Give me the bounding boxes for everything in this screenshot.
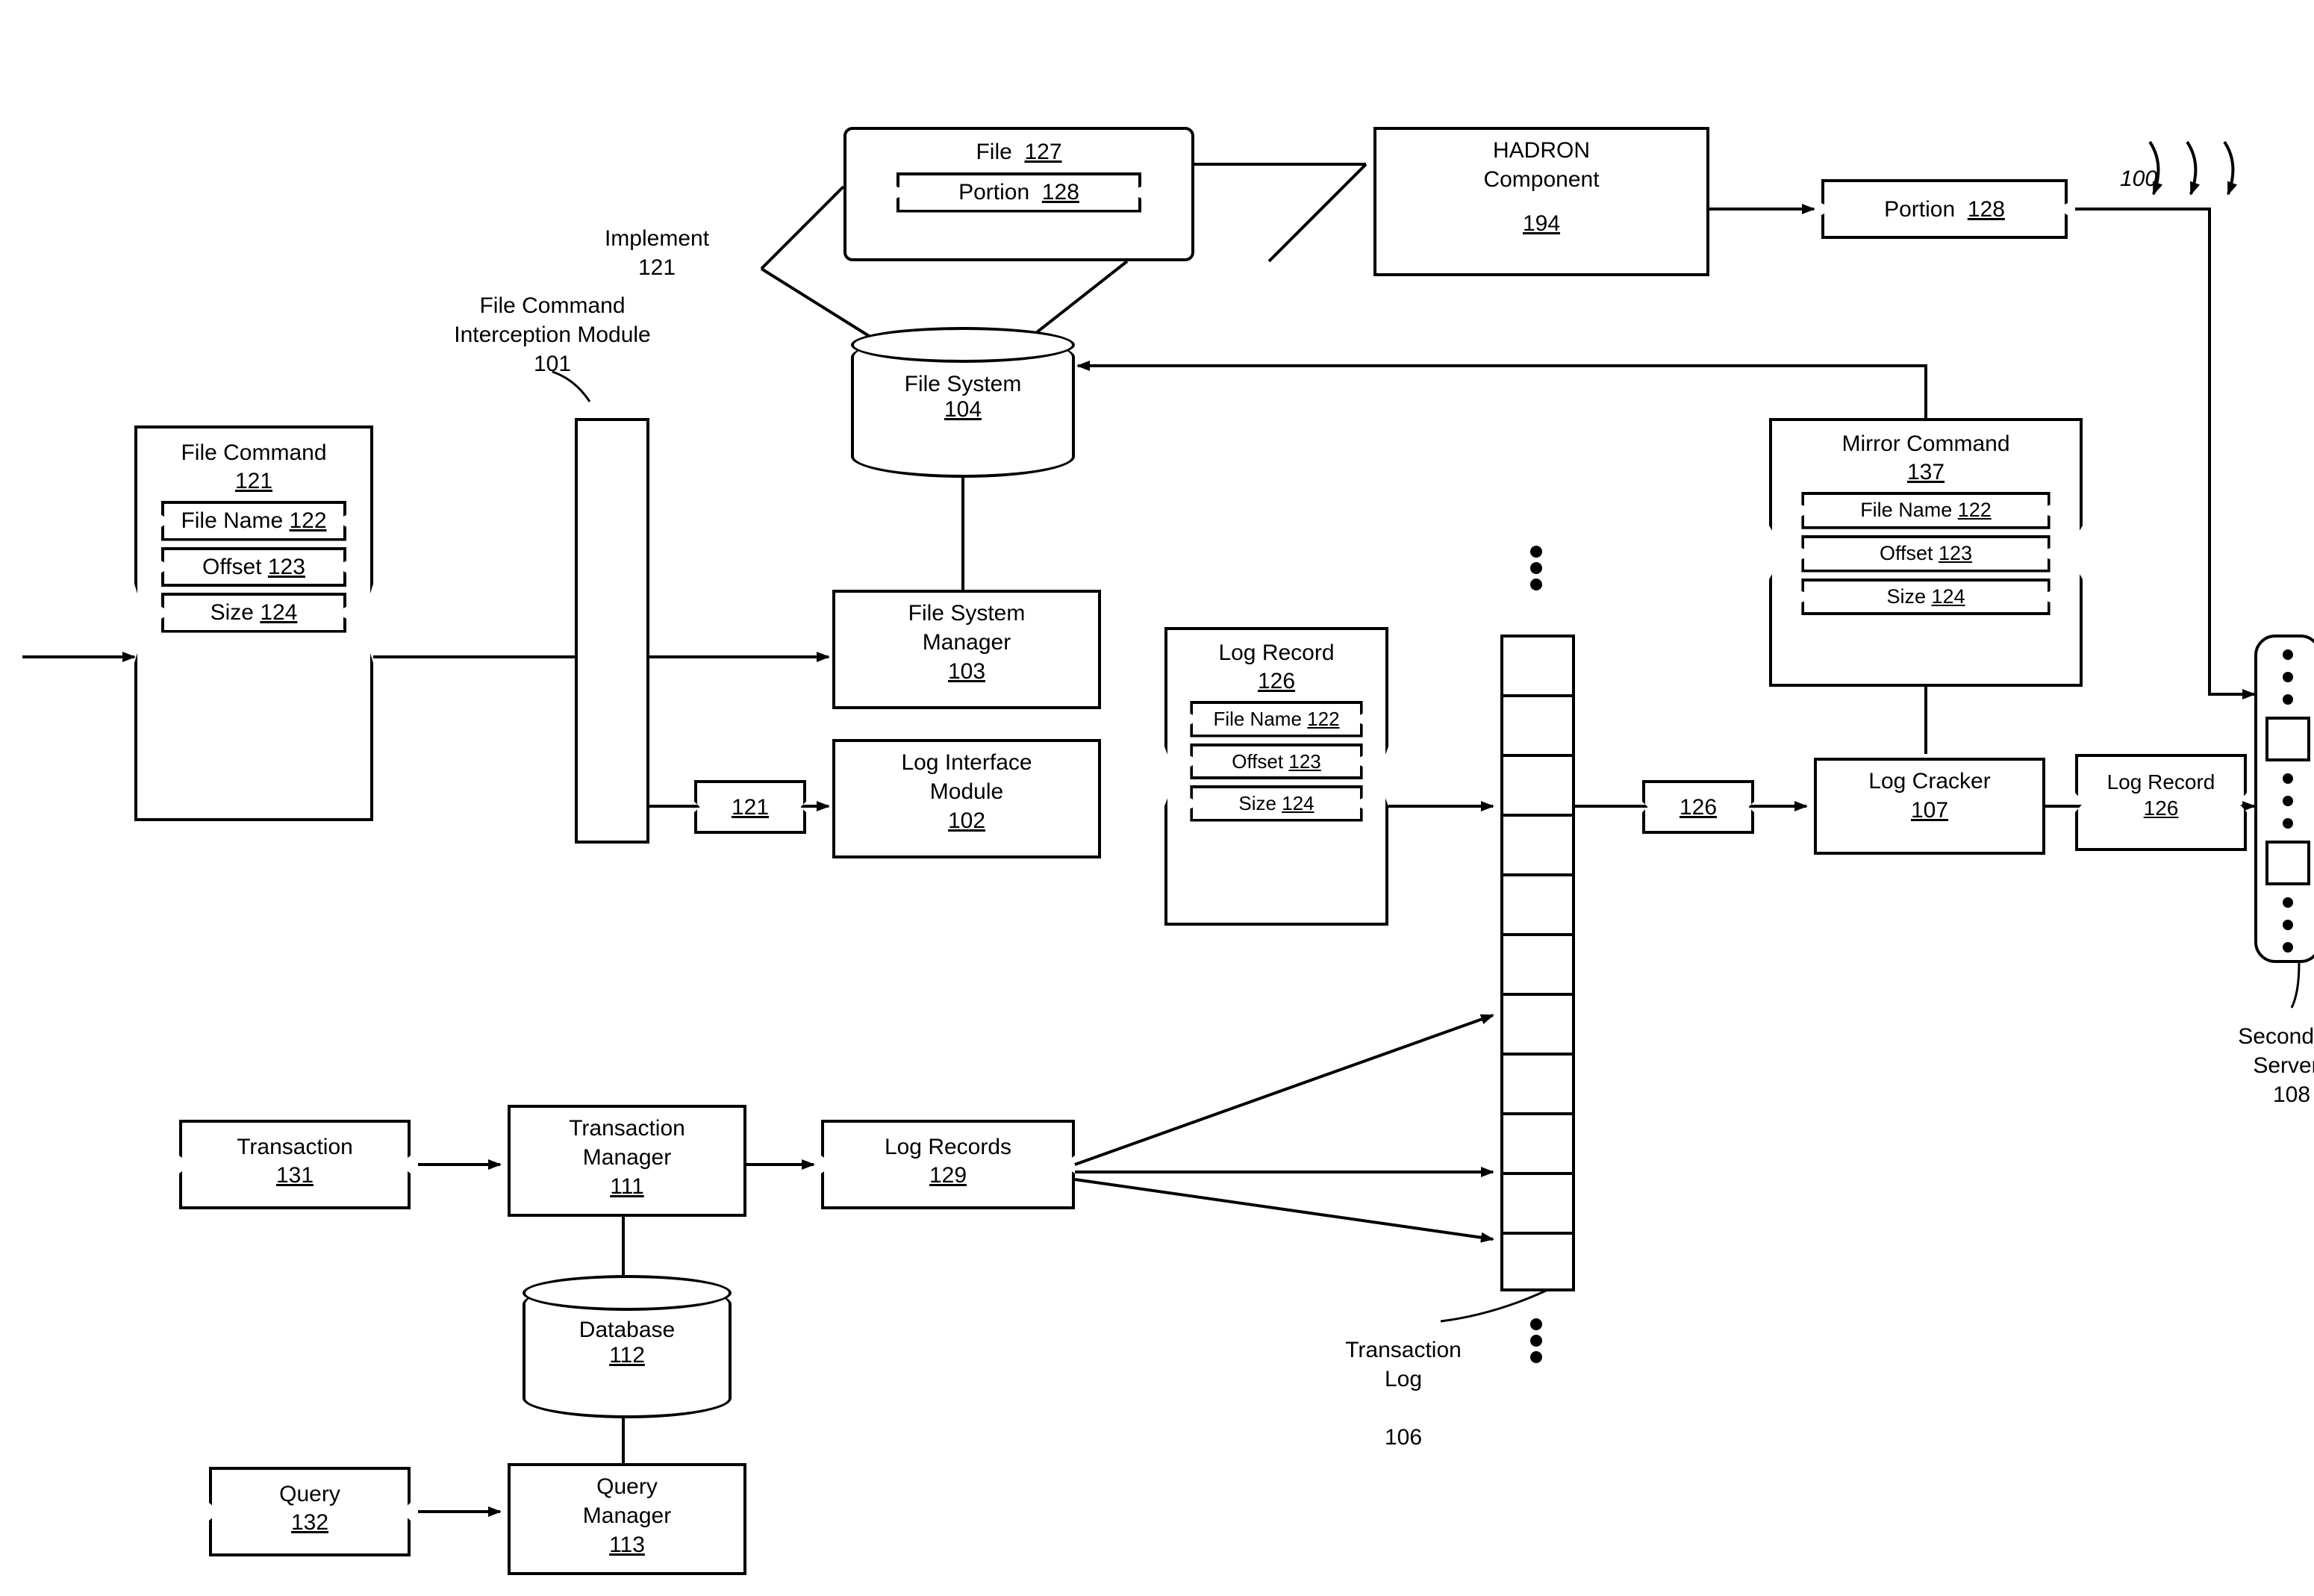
transaction-log-column bbox=[1500, 635, 1575, 1291]
portion-banner: Portion 128 bbox=[1821, 179, 2068, 239]
hadron-title: HADRON Component bbox=[1385, 136, 1697, 194]
file-command-banner: File Command 121 File Name 122 Offset 12… bbox=[134, 426, 373, 821]
file-command-field-size: Size 124 bbox=[161, 593, 346, 633]
query-mgr-title: Query Manager bbox=[520, 1472, 735, 1530]
file-box: File 127 Portion 128 bbox=[843, 127, 1194, 261]
file-command-title: File Command bbox=[145, 439, 363, 467]
mirror-field-name: File Name 122 bbox=[1801, 492, 2050, 529]
transaction-manager-box: Transaction Manager 111 bbox=[508, 1105, 746, 1217]
trans-mgr-num: 111 bbox=[520, 1172, 735, 1201]
mirror-command-num: 137 bbox=[1780, 458, 2072, 487]
log-interface-box: Log Interface Module 102 bbox=[832, 739, 1101, 858]
server-rack bbox=[2254, 635, 2314, 963]
log-record-field-offset: Offset 123 bbox=[1190, 744, 1362, 780]
fs-manager-title: File System Manager bbox=[844, 599, 1089, 657]
log-interface-num: 102 bbox=[844, 806, 1089, 835]
fs-manager-box: File System Manager 103 bbox=[832, 590, 1101, 709]
mirror-command-banner: Mirror Command 137 File Name 122 Offset … bbox=[1769, 418, 2083, 687]
database-title: Database bbox=[526, 1318, 729, 1343]
hadron-box: HADRON Component 194 bbox=[1373, 127, 1709, 276]
arrow-121-banner: 121 bbox=[694, 780, 806, 834]
log-interface-title: Log Interface Module bbox=[844, 748, 1089, 806]
log-cracker-num: 107 bbox=[1826, 796, 2033, 825]
log-records-banner: Log Records 129 bbox=[821, 1120, 1075, 1209]
trans-mgr-title: Transaction Manager bbox=[520, 1114, 735, 1172]
file-command-field-offset: Offset 123 bbox=[161, 547, 346, 587]
mirror-command-title: Mirror Command bbox=[1780, 430, 2072, 458]
database-num: 112 bbox=[526, 1343, 729, 1368]
log-record-field-size: Size 124 bbox=[1190, 785, 1362, 822]
file-box-title: File 127 bbox=[855, 137, 1182, 166]
tlog-dots-bottom bbox=[1526, 1314, 1547, 1368]
log-cracker-title: Log Cracker bbox=[1826, 767, 2033, 796]
hadron-num: 194 bbox=[1385, 209, 1697, 238]
query-banner: Query 132 bbox=[209, 1467, 411, 1556]
small-log-record-banner: Log Record 126 bbox=[2075, 754, 2247, 851]
log-cracker-box: Log Cracker 107 bbox=[1814, 758, 2045, 855]
log-record-title: Log Record bbox=[1175, 639, 1378, 667]
file-command-field-name: File Name 122 bbox=[161, 501, 346, 541]
intercept-module-label: File Command Interception Module 101 bbox=[392, 291, 713, 378]
log-record-field-name: File Name 122 bbox=[1190, 701, 1362, 738]
servers-label: Secondary Servers108 bbox=[2209, 993, 2314, 1109]
file-command-num: 121 bbox=[145, 467, 363, 496]
file-system-cylinder: File System 104 bbox=[851, 336, 1075, 478]
log-record-num: 126 bbox=[1175, 667, 1378, 696]
file-portion-field: Portion 128 bbox=[896, 172, 1142, 213]
transaction-log-label: Transaction Log 106 bbox=[1314, 1306, 1493, 1452]
tlog-dots-top bbox=[1526, 541, 1547, 595]
arrow-126-banner: 126 bbox=[1642, 780, 1754, 834]
query-mgr-num: 113 bbox=[520, 1530, 735, 1559]
mirror-field-size: Size 124 bbox=[1801, 579, 2050, 616]
log-record-banner: Log Record 126 File Name 122 Offset 123 … bbox=[1164, 627, 1388, 926]
mirror-field-offset: Offset 123 bbox=[1801, 535, 2050, 573]
database-cylinder: Database 112 bbox=[523, 1284, 732, 1418]
implement-label: Implement 121 bbox=[560, 224, 754, 282]
intercept-module-box bbox=[575, 418, 649, 844]
figure-number: 100 bbox=[2120, 164, 2157, 193]
file-system-num: 104 bbox=[854, 397, 1072, 423]
query-manager-box: Query Manager 113 bbox=[508, 1463, 746, 1575]
transaction-banner: Transaction 131 bbox=[179, 1120, 411, 1209]
fs-manager-num: 103 bbox=[844, 657, 1089, 686]
file-system-title: File System bbox=[854, 372, 1072, 397]
